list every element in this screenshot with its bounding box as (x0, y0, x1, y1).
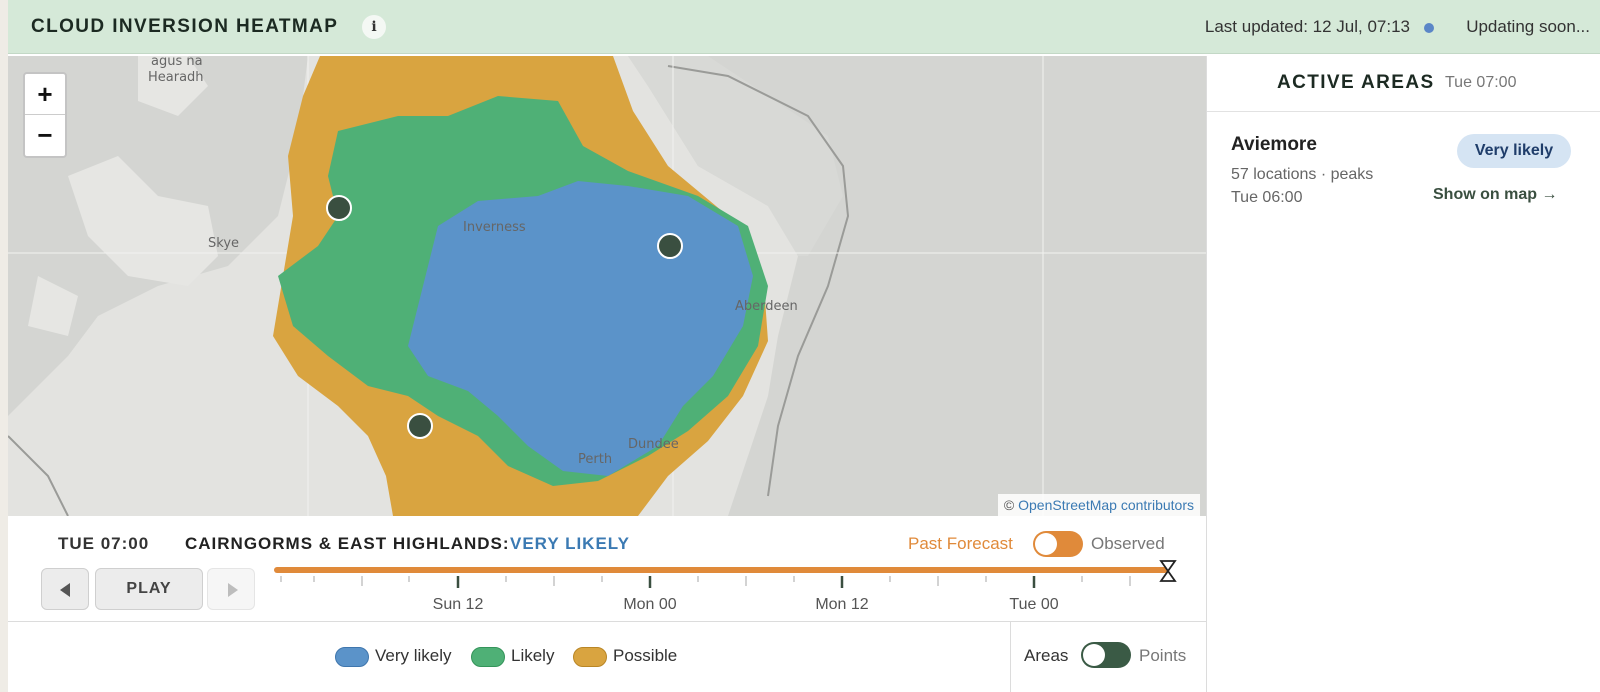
tick-label: Tue 00 (1009, 596, 1059, 613)
possible-swatch (573, 647, 607, 667)
map-view[interactable]: agus na Hearadh Skye Inverness Aberdeen … (8, 56, 1206, 516)
likely-swatch (471, 647, 505, 667)
zoom-control: + − (23, 72, 67, 158)
active-areas-panel: ACTIVE AREAS Tue 07:00 Aviemore 57 locat… (1206, 56, 1600, 692)
timeline-handle-icon[interactable] (1159, 560, 1177, 582)
likelihood-badge: Very likely (1457, 134, 1571, 168)
place-label: Perth (578, 452, 613, 467)
area-peak-time: Tue 06:00 (1231, 189, 1303, 206)
location-marker[interactable] (407, 413, 433, 439)
panel-time: Tue 07:00 (1445, 74, 1517, 91)
last-updated-text: Last updated: 12 Jul, 07:13 (1204, 17, 1410, 36)
place-label: Hearadh (148, 70, 204, 85)
header-bar: CLOUD INVERSION HEATMAP i Last updated: … (8, 0, 1600, 54)
place-label: Skye (208, 236, 240, 251)
map-attribution: © OpenStreetMap contributors (997, 494, 1200, 516)
place-label: Inverness (463, 220, 526, 235)
place-label: Aberdeen (735, 299, 798, 314)
attribution-link[interactable]: OpenStreetMap contributors (1018, 497, 1194, 513)
map-canvas (8, 56, 1206, 516)
legend-bar: Very likely Likely Possible Areas Points (8, 622, 1206, 692)
area-meta: 57 locations · peaks Tue 06:00 (1231, 163, 1373, 209)
legend-divider (1010, 622, 1011, 692)
area-locations: 57 locations · peaks (1231, 166, 1374, 183)
tick-label: Mon 00 (623, 596, 677, 613)
place-label: agus na (151, 56, 203, 69)
timeline-panel: TUE 07:00 CAIRNGORMS & EAST HIGHLANDS: V… (8, 516, 1206, 622)
page-title: CLOUD INVERSION HEATMAP (31, 16, 339, 37)
tick-label: Sun 12 (432, 596, 484, 613)
areas-label: Areas (1024, 646, 1069, 665)
update-status-text: Updating soon... (1466, 17, 1590, 36)
zoom-out-button[interactable]: − (25, 115, 65, 156)
show-on-map-link[interactable]: Show on map → (1433, 186, 1557, 204)
zoom-in-button[interactable]: + (25, 74, 65, 115)
tick-label: Mon 12 (815, 596, 869, 613)
attribution-prefix: © (1003, 497, 1019, 513)
location-marker[interactable] (326, 195, 352, 221)
toggle-knob (1083, 644, 1105, 666)
areas-points-toggle[interactable] (1081, 642, 1131, 668)
legend-likely: Likely (511, 646, 555, 665)
status-dot-icon (1424, 23, 1434, 33)
legend-possible: Possible (613, 646, 678, 665)
points-label: Points (1139, 646, 1187, 665)
info-icon[interactable]: i (362, 15, 386, 39)
panel-title: ACTIVE AREAS (1277, 72, 1435, 93)
panel-header: ACTIVE AREAS Tue 07:00 (1207, 56, 1600, 112)
area-name: Aviemore (1231, 134, 1317, 155)
location-marker[interactable] (657, 233, 683, 259)
place-label: Dundee (628, 437, 679, 452)
very-likely-swatch (335, 647, 369, 667)
legend-very-likely: Very likely (375, 646, 452, 665)
app-window: CLOUD INVERSION HEATMAP i Last updated: … (8, 0, 1600, 692)
